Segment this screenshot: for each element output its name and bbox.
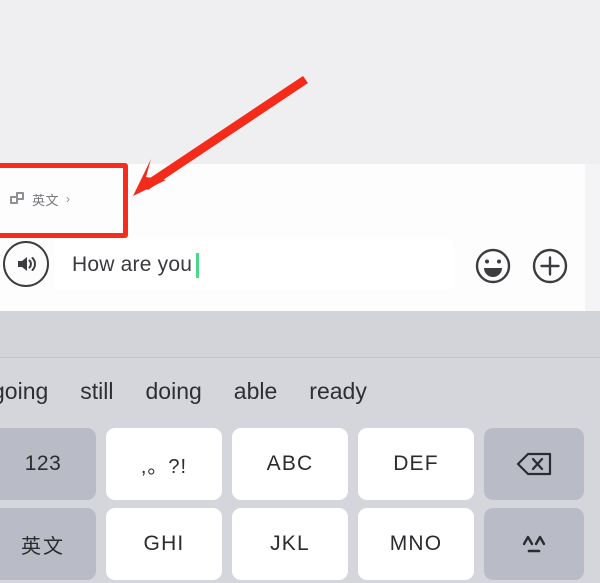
suggestion-bar: goingstilldoingableready xyxy=(0,358,600,425)
language-selector-label: 英文 xyxy=(32,192,60,208)
key-GHI[interactable]: GHI xyxy=(106,508,222,580)
key-label: ,。?! xyxy=(140,455,188,478)
keyboard-row-1: 123 ,。?! ABC DEF xyxy=(0,428,600,500)
key-label: GHI xyxy=(143,532,185,555)
key-label: ABC xyxy=(266,452,314,475)
text-input-value: How are you xyxy=(72,252,193,276)
key-label: 123 xyxy=(24,452,62,475)
search-input[interactable]: How are you xyxy=(54,239,454,290)
key-ABC[interactable]: ABC xyxy=(232,428,348,500)
key-123[interactable]: 123 xyxy=(0,428,96,500)
emoticon-kaomoji-icon xyxy=(522,535,546,553)
key-英文[interactable]: 英文 xyxy=(0,508,96,580)
key-label: DEF xyxy=(393,452,439,475)
keyboard: 123 ,。?! ABC DEF 英文 GHI JKL MNO xyxy=(0,425,600,583)
backspace-icon xyxy=(516,452,552,476)
suggestion-item[interactable]: still xyxy=(64,378,129,405)
app-content-area xyxy=(0,0,600,164)
key-backspace[interactable] xyxy=(484,428,584,500)
key-,。?![interactable]: ,。?! xyxy=(106,428,222,500)
chevron-right-icon: › xyxy=(66,192,71,206)
text-caret xyxy=(196,253,200,278)
key-MNO[interactable]: MNO xyxy=(358,508,474,580)
keyboard-row-2: 英文 GHI JKL MNO xyxy=(0,508,600,580)
plus-circle-icon xyxy=(532,248,568,284)
suggestion-item[interactable]: doing xyxy=(130,378,218,405)
language-selector[interactable]: 英文 › xyxy=(0,180,70,218)
keyboard-spacer xyxy=(0,311,600,358)
key-label: MNO xyxy=(389,532,443,555)
text-input-row: How are you xyxy=(0,230,585,300)
suggestion-item[interactable]: able xyxy=(218,378,293,405)
suggestion-item[interactable]: ready xyxy=(293,378,383,405)
voice-speaker-icon xyxy=(18,257,36,271)
emoji-button[interactable] xyxy=(474,247,512,285)
panel-right-edge xyxy=(585,164,600,311)
key-JKL[interactable]: JKL xyxy=(232,508,348,580)
key-emoticon-kaomoji[interactable] xyxy=(484,508,584,580)
add-more-button[interactable] xyxy=(531,247,569,285)
key-label: JKL xyxy=(270,532,310,555)
voice-input-button[interactable] xyxy=(3,241,49,287)
suggestion-item[interactable]: going xyxy=(0,378,64,405)
emoji-smiley-icon xyxy=(475,248,511,284)
keyboard-layout-icon xyxy=(10,191,25,207)
key-DEF[interactable]: DEF xyxy=(358,428,474,500)
key-label: 英文 xyxy=(21,535,65,558)
screen-root: 英文 › How are you oing still doing able r… xyxy=(0,0,600,583)
